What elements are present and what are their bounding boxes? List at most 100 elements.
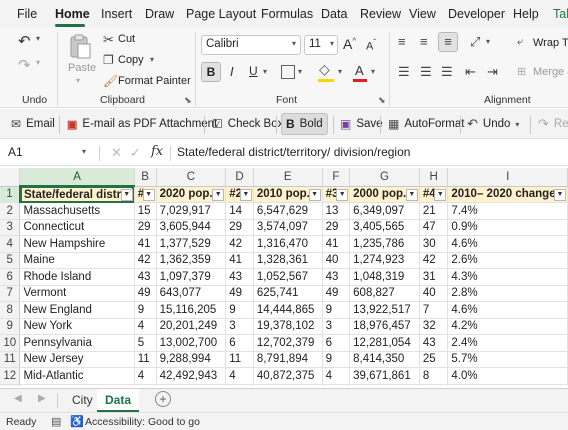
bold-toggle-button[interactable]: B Bold — [281, 113, 328, 135]
grid-cell[interactable]: 4 — [322, 384, 351, 386]
chevron-down-icon[interactable]: ▾ — [36, 58, 40, 67]
column-header-a[interactable]: A — [19, 168, 135, 187]
row-header[interactable]: 5 — [0, 252, 21, 269]
launcher-icon[interactable]: ⬊ — [378, 95, 386, 106]
header-cell-rank-change[interactable]: #4 ▼ — [419, 186, 449, 203]
grid-cell[interactable]: Maine — [19, 252, 135, 269]
italic-button[interactable]: I — [230, 64, 234, 79]
grid-cell[interactable]: 6,547,629 — [253, 202, 323, 220]
header-cell-pop-2020[interactable]: 2020 pop. ▼ — [156, 186, 227, 203]
grid-cell[interactable]: 1,316,470 — [253, 235, 323, 253]
grid-cell[interactable]: Massachusetts — [19, 202, 135, 220]
grid-cell[interactable]: 29 — [225, 219, 254, 236]
column-header-h[interactable]: H — [419, 168, 449, 187]
grid-cell[interactable]: 42,492,943 — [156, 367, 227, 385]
cancel-icon[interactable]: ✕ — [111, 145, 122, 161]
grid-cell[interactable]: New York — [19, 318, 135, 335]
grid-cell[interactable]: 1,274,923 — [349, 252, 420, 269]
save-button[interactable]: ▣ Save — [336, 113, 387, 135]
chevron-down-icon[interactable]: ▾ — [298, 67, 302, 76]
grid-cell[interactable]: 2.8% — [447, 285, 568, 302]
grid-cell[interactable]: Connecticut — [19, 219, 135, 236]
grid-cell[interactable]: 9,288,994 — [156, 351, 227, 368]
grid-cell[interactable]: 12,702,379 — [253, 334, 323, 352]
menu-table[interactable]: Tab — [553, 7, 568, 21]
grid-cell[interactable]: 11 — [225, 351, 254, 368]
grid-cell[interactable]: 31 — [419, 268, 449, 286]
row-header[interactable]: 9 — [0, 318, 21, 335]
grid-cell[interactable]: 29 — [322, 219, 351, 236]
name-box[interactable]: A1 ▾ — [4, 144, 90, 163]
row-header[interactable]: 7 — [0, 285, 21, 302]
grid-cell[interactable]: 42 — [134, 252, 157, 269]
grid-cell[interactable]: 41 — [134, 235, 157, 253]
row-header[interactable]: 13 — [0, 384, 21, 386]
grid-cell[interactable]: 49 — [225, 285, 254, 302]
grow-font-button[interactable]: A^ — [343, 36, 356, 52]
grid-cell[interactable]: 8 — [419, 367, 449, 385]
grid-cell[interactable]: 11 — [134, 351, 157, 368]
chevron-down-icon[interactable]: ▾ — [76, 76, 80, 85]
grid-cell[interactable]: 47 — [419, 219, 449, 236]
grid-cell[interactable]: 3,605,944 — [156, 219, 227, 236]
chevron-down-icon[interactable]: ▾ — [371, 67, 375, 76]
grid-cell[interactable]: 7,029,917 — [156, 202, 227, 220]
column-header-d[interactable]: D — [225, 168, 254, 187]
undo-icon[interactable]: ↶ — [18, 32, 31, 50]
undo-button[interactable]: ↶ Undo ▾ — [463, 113, 523, 135]
grid-cell[interactable]: 6,349,097 — [349, 202, 420, 220]
underline-button[interactable]: U — [249, 64, 258, 78]
borders-icon[interactable] — [281, 65, 295, 79]
menu-file[interactable]: File — [17, 7, 37, 21]
grid-cell[interactable]: 4 — [225, 367, 254, 385]
grid-cell[interactable]: 1,052,567 — [253, 268, 323, 286]
paste-button[interactable]: Paste — [68, 62, 96, 74]
grid-cell[interactable]: 40 — [419, 285, 449, 302]
grid-cell[interactable]: 1,048,319 — [349, 268, 420, 286]
grid-cell[interactable]: 30 — [419, 235, 449, 253]
grid-cell[interactable]: 41 — [225, 252, 254, 269]
grid-cell[interactable]: 42 — [419, 252, 449, 269]
menu-data[interactable]: Data — [321, 7, 347, 21]
sheet-tab-data[interactable]: Data — [97, 389, 140, 412]
column-header-f[interactable]: F — [322, 168, 351, 187]
grid-cell[interactable]: 4.6% — [447, 301, 568, 319]
column-header-b[interactable]: B — [134, 168, 157, 187]
chevron-down-icon[interactable]: ▾ — [36, 34, 40, 43]
bold-button[interactable]: B — [201, 62, 221, 82]
grid-cell[interactable]: 43 — [225, 268, 254, 286]
decrease-indent-icon[interactable]: ⇤ — [465, 64, 476, 80]
grid-cell[interactable]: 53,594,378 — [349, 384, 420, 386]
grid-cell[interactable]: Rhode Island — [19, 268, 135, 286]
grid-cell[interactable]: 9 — [134, 301, 157, 319]
email-button[interactable]: ✉ Email — [7, 113, 59, 135]
row-header[interactable]: 2 — [0, 202, 21, 220]
grid-cell[interactable]: 3 — [225, 318, 254, 335]
header-cell-change[interactable]: 2010– 2020 change ▼ — [447, 186, 568, 203]
font-size-select[interactable]: 11 ▾ — [304, 35, 338, 55]
grid-cell[interactable]: 42 — [225, 235, 254, 253]
grid-cell[interactable]: 4.6% — [447, 235, 568, 253]
column-header-e[interactable]: E — [253, 168, 323, 187]
grid-cell[interactable]: 3,405,565 — [349, 219, 420, 236]
grid-cell[interactable]: 14,444,865 — [253, 301, 323, 319]
grid-cell[interactable]: 625,741 — [253, 285, 323, 302]
select-all-corner[interactable] — [0, 168, 21, 187]
grid-cell[interactable]: 13,922,517 — [349, 301, 420, 319]
header-cell-pop-2010[interactable]: 2010 pop. ▼ — [253, 186, 323, 203]
grid-cell[interactable]: 6 — [322, 334, 351, 352]
header-cell-state[interactable]: State/federal distric ▼ — [19, 186, 135, 203]
align-middle-icon[interactable]: ≡ — [420, 34, 428, 49]
grid-cell[interactable]: 4.2% — [447, 318, 568, 335]
filter-dropdown-icon[interactable]: ▼ — [434, 188, 447, 201]
grid-cell[interactable]: 32 — [419, 318, 449, 335]
grid-cell[interactable]: 2.4% — [447, 334, 568, 352]
confirm-icon[interactable]: ✓ — [130, 145, 141, 161]
copy-icon[interactable]: ❐ — [103, 53, 114, 67]
macro-recording-icon[interactable]: ▤ — [51, 415, 61, 428]
filter-dropdown-icon[interactable]: ▼ — [239, 188, 252, 201]
grid-cell[interactable]: 40 — [322, 252, 351, 269]
grid-cell[interactable]: 49 — [134, 285, 157, 302]
grid-cell[interactable]: 5 — [134, 334, 157, 352]
grid-cell[interactable]: 55,317,240 — [253, 384, 323, 386]
